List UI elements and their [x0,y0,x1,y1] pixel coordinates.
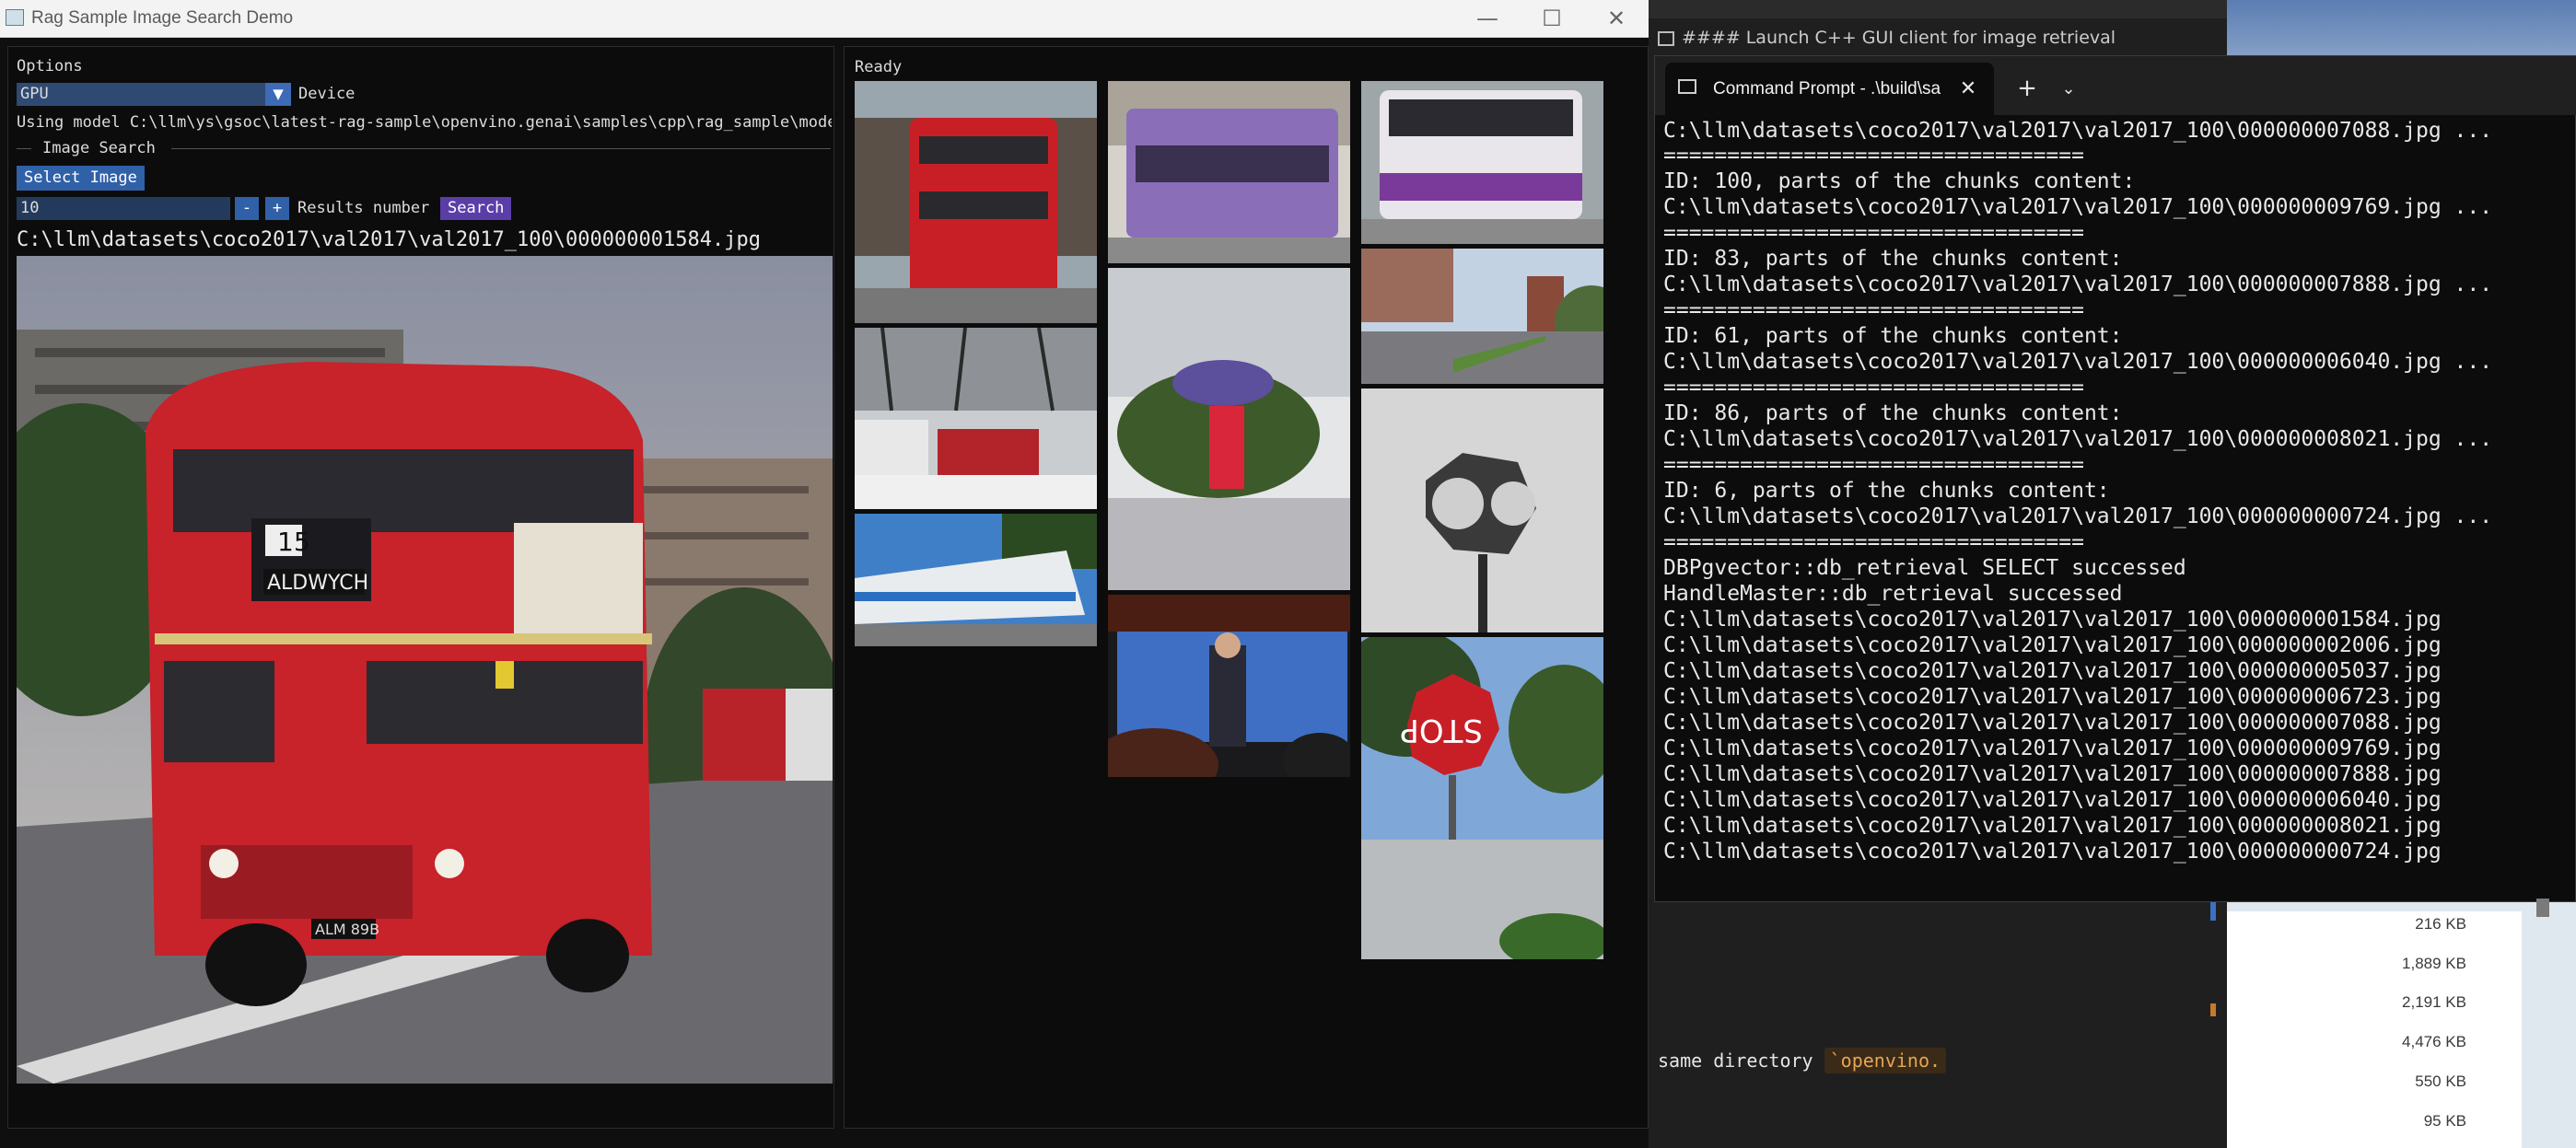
file-size-list: 216 KB 1,889 KB 2,191 KB 4,476 KB 550 KB… [2227,911,2522,1148]
terminal-line: C:\llm\datasets\coco2017\val2017\val2017… [1663,350,2493,374]
scrollbar-marker [2210,902,2216,921]
close-button[interactable]: ✕ [1584,0,1649,37]
editor-heading-line: #### Launch C++ GUI client for image ret… [1658,20,2210,55]
maximize-button[interactable]: ☐ [1520,0,1584,37]
svg-text:15: 15 [277,527,310,557]
app-icon [6,9,24,26]
minimize-button[interactable]: — [1455,0,1520,37]
result-thumbnail[interactable]: STOP [1361,637,1603,959]
terminal-line: C:\llm\datasets\coco2017\val2017\val2017… [1663,273,2493,296]
terminal-line: ================================= [1663,144,2084,168]
decrement-button[interactable]: - [235,197,259,220]
terminal-line: C:\llm\datasets\coco2017\val2017\val2017… [1663,685,2442,709]
device-select-value: GPU [20,85,49,103]
result-thumbnail[interactable] [855,328,1097,509]
file-size: 216 KB [2415,915,2466,933]
model-path-text: Using model C:\llm\ys\gsoc\latest-rag-sa… [17,113,832,132]
device-label: Device [298,85,356,103]
result-thumbnail[interactable] [1108,81,1350,263]
terminal-tab-title: Command Prompt - .\build\sa [1713,79,1941,99]
terminal-line: ================================= [1663,298,2084,322]
result-thumbnail[interactable] [855,81,1097,323]
terminal-line: ================================= [1663,376,2084,400]
increment-button[interactable]: + [265,197,289,220]
selected-image-preview: 15 ALDWYCH ALM 89B [17,256,833,1084]
terminal-line: ID: 6, parts of the chunks content: [1663,479,2110,503]
file-size: 1,889 KB [2402,955,2466,972]
terminal-prompt-icon [1658,30,1674,46]
terminal-line: C:\llm\datasets\coco2017\val2017\val2017… [1663,119,2493,143]
file-size: 95 KB [2423,1112,2466,1130]
editor-heading-text: #### Launch C++ GUI client for image ret… [1682,28,2116,48]
app-title: Rag Sample Image Search Demo [31,8,294,28]
svg-text:STOP: STOP [1400,712,1483,748]
code-text: same directory [1658,1049,1824,1072]
result-thumbnail[interactable] [855,514,1097,646]
section-title: Image Search [42,139,156,157]
separator [171,148,831,149]
selected-image-path: C:\llm\datasets\coco2017\val2017\val2017… [17,228,761,251]
terminal-line: HandleMaster::db_retrieval successed [1663,582,2123,606]
file-size: 4,476 KB [2402,1033,2466,1050]
terminal-line: ================================= [1663,221,2084,245]
terminal-line: ID: 86, parts of the chunks content: [1663,401,2123,425]
terminal-line: C:\llm\datasets\coco2017\val2017\val2017… [1663,659,2442,683]
terminal-line: C:\llm\datasets\coco2017\val2017\val2017… [1663,711,2442,735]
terminal-line: ID: 83, parts of the chunks content: [1663,247,2123,271]
terminal-line: DBPgvector::db_retrieval SELECT successe… [1663,556,2186,580]
results-number-label: Results number [297,199,430,217]
scrollbar-marker [2210,1003,2216,1016]
result-thumbnail[interactable] [1361,249,1603,384]
result-thumbnail[interactable] [1361,388,1603,632]
select-image-button[interactable]: Select Image [17,166,145,191]
svg-text:ALDWYCH: ALDWYCH [267,572,368,595]
editor-code-line: same directory `openvino. [1658,1048,2229,1096]
terminal-line: C:\llm\datasets\coco2017\val2017\val2017… [1663,762,2442,786]
terminal-line: C:\llm\datasets\coco2017\val2017\val2017… [1663,736,2442,760]
new-tab-button[interactable]: + [2011,63,2044,115]
separator [17,148,31,149]
file-size: 550 KB [2415,1073,2466,1090]
terminal-line: C:\llm\datasets\coco2017\val2017\val2017… [1663,788,2442,812]
file-size: 2,191 KB [2402,993,2466,1011]
result-thumbnail[interactable] [1108,595,1350,777]
results-number-input[interactable] [17,197,230,220]
close-tab-icon[interactable]: ✕ [1953,63,1983,115]
result-thumbnail[interactable] [1361,81,1603,244]
terminal-line: C:\llm\datasets\coco2017\val2017\val2017… [1663,840,2442,864]
terminal-line: C:\llm\datasets\coco2017\val2017\val2017… [1663,427,2493,451]
terminal-line: C:\llm\datasets\coco2017\val2017\val2017… [1663,608,2442,632]
chevron-down-icon[interactable]: ⌄ [2052,63,2085,115]
result-thumbnail[interactable] [1108,268,1350,590]
dropdown-arrow-icon[interactable]: ▼ [265,83,291,106]
terminal-icon [1678,79,1696,94]
results-number-value: 10 [20,199,40,217]
terminal-line: C:\llm\datasets\coco2017\val2017\val2017… [1663,633,2442,657]
terminal-scrollbar[interactable] [2536,899,2549,917]
terminal-line: ================================= [1663,453,2084,477]
terminal-output: C:\llm\datasets\coco2017\val2017\val2017… [1663,118,2570,900]
terminal-line: C:\llm\datasets\coco2017\val2017\val2017… [1663,504,2493,528]
terminal-line: C:\llm\datasets\coco2017\val2017\val2017… [1663,814,2442,838]
terminal-line: ID: 100, parts of the chunks content: [1663,169,2136,193]
options-header: Options [17,57,83,75]
search-button[interactable]: Search [440,197,512,220]
svg-text:ALM 89B: ALM 89B [315,921,379,938]
terminal-line: ID: 61, parts of the chunks content: [1663,324,2123,348]
terminal-line: ================================= [1663,530,2084,554]
code-chip: `openvino. [1824,1048,1947,1073]
status-text: Ready [855,58,903,76]
terminal-line: C:\llm\datasets\coco2017\val2017\val2017… [1663,195,2493,219]
device-select[interactable] [17,83,276,106]
